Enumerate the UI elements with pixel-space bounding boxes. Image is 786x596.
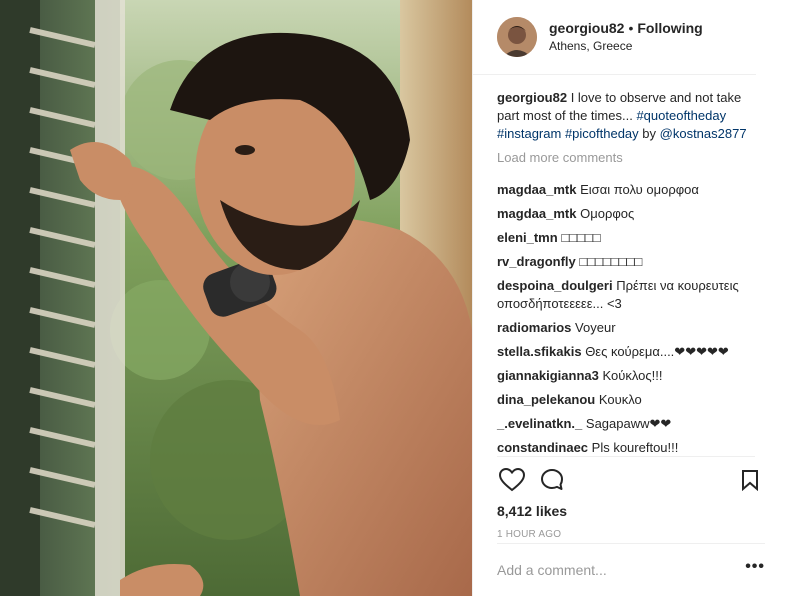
instagram-post: georgiou82 • Following Athens, Greece geor…: [0, 0, 786, 596]
avatar[interactable]: [497, 17, 537, 57]
comment-username[interactable]: _.evelinatkn._: [497, 416, 582, 431]
comment-item: radiomarios Voyeur: [497, 319, 759, 337]
comment-username[interactable]: dina_pelekanou: [497, 392, 595, 407]
hashtag-link[interactable]: #instagram: [497, 126, 561, 141]
comment-username[interactable]: stella.sfikakis: [497, 344, 582, 359]
location-link[interactable]: Athens, Greece: [549, 37, 703, 55]
more-options-icon[interactable]: •••: [745, 558, 765, 576]
comment-text: Voyeur: [575, 320, 616, 335]
caption-username[interactable]: georgiou82: [497, 90, 567, 105]
caption-by: by: [638, 126, 660, 141]
mention-link[interactable]: @kostnas2877: [660, 126, 747, 141]
header-username[interactable]: georgiou82: [549, 20, 624, 36]
comment-item: _.evelinatkn._ Sagapaww❤❤: [497, 415, 759, 433]
comment-item: stella.sfikakis Θες κούρεμα....❤❤❤❤❤: [497, 343, 759, 361]
bookmark-icon[interactable]: [735, 465, 765, 495]
post-timestamp: 1 HOUR AGO: [497, 529, 562, 540]
comment-item: despoina_doulgeri Πρέπει να κουρευτεις ο…: [497, 277, 759, 313]
comment-text: □□□□□□□□: [579, 254, 643, 269]
comments-list: georgiou82 I love to observe and not tak…: [497, 89, 759, 463]
hashtag-link[interactable]: #picoftheday: [565, 126, 639, 141]
comment-item: constandinaec Pls koureftou!!!: [497, 439, 759, 457]
comment-username[interactable]: magdaa_mtk: [497, 206, 576, 221]
comment-item: giannakigianna3 Κούκλος!!!: [497, 367, 759, 385]
like-count[interactable]: 8,412 likes: [497, 503, 755, 519]
comment-text: Sagapaww❤❤: [585, 416, 672, 431]
comment-item: eleni_tmn □□□□□: [497, 229, 759, 247]
avatar-image: [497, 17, 537, 57]
comment-username[interactable]: eleni_tmn: [497, 230, 558, 245]
caption: georgiou82 I love to observe and not tak…: [497, 89, 759, 143]
comment-item: dina_pelekanou Κουκλο: [497, 391, 759, 409]
post-header: georgiou82 • Following Athens, Greece: [473, 0, 756, 75]
comment-text: Κουκλο: [598, 392, 642, 407]
comment-text: □□□□□: [561, 230, 601, 245]
comment-username[interactable]: rv_dragonfly: [497, 254, 576, 269]
comment-item: magdaa_mtk Εισαι πολυ ομορφοα: [497, 181, 759, 199]
comment-text: Ομορφος: [580, 206, 635, 221]
post-image: [0, 0, 472, 596]
heart-icon[interactable]: [497, 465, 527, 495]
comment-bubble-icon[interactable]: [537, 465, 567, 495]
add-comment-bar: Add a comment... •••: [497, 543, 765, 596]
comment-username[interactable]: constandinaec: [497, 440, 588, 455]
comment-username[interactable]: giannakigianna3: [497, 368, 599, 383]
comment-item: rv_dragonfly □□□□□□□□: [497, 253, 759, 271]
post-photo[interactable]: [0, 0, 472, 596]
add-comment-input[interactable]: Add a comment...: [497, 562, 607, 578]
comment-text: Εισαι πολυ ομορφοα: [580, 182, 699, 197]
comment-username[interactable]: magdaa_mtk: [497, 182, 576, 197]
header-separator: •: [628, 20, 634, 36]
hashtag-link[interactable]: #quoteoftheday: [636, 108, 726, 123]
comment-username[interactable]: despoina_doulgeri: [497, 278, 613, 293]
comment-text: Pls koureftou!!!: [591, 440, 679, 455]
comment-item: magdaa_mtk Ομορφος: [497, 205, 759, 223]
comment-username[interactable]: radiomarios: [497, 320, 571, 335]
post-side-panel: georgiou82 • Following Athens, Greece geor…: [472, 0, 786, 596]
post-actions: 8,412 likes 1 HOUR AGO: [497, 456, 758, 540]
comment-text: Θες κούρεμα....❤❤❤❤❤: [585, 344, 729, 359]
following-button[interactable]: Following: [637, 20, 702, 36]
load-more-comments-button[interactable]: Load more comments: [497, 149, 759, 167]
comment-text: Κούκλος!!!: [602, 368, 663, 383]
